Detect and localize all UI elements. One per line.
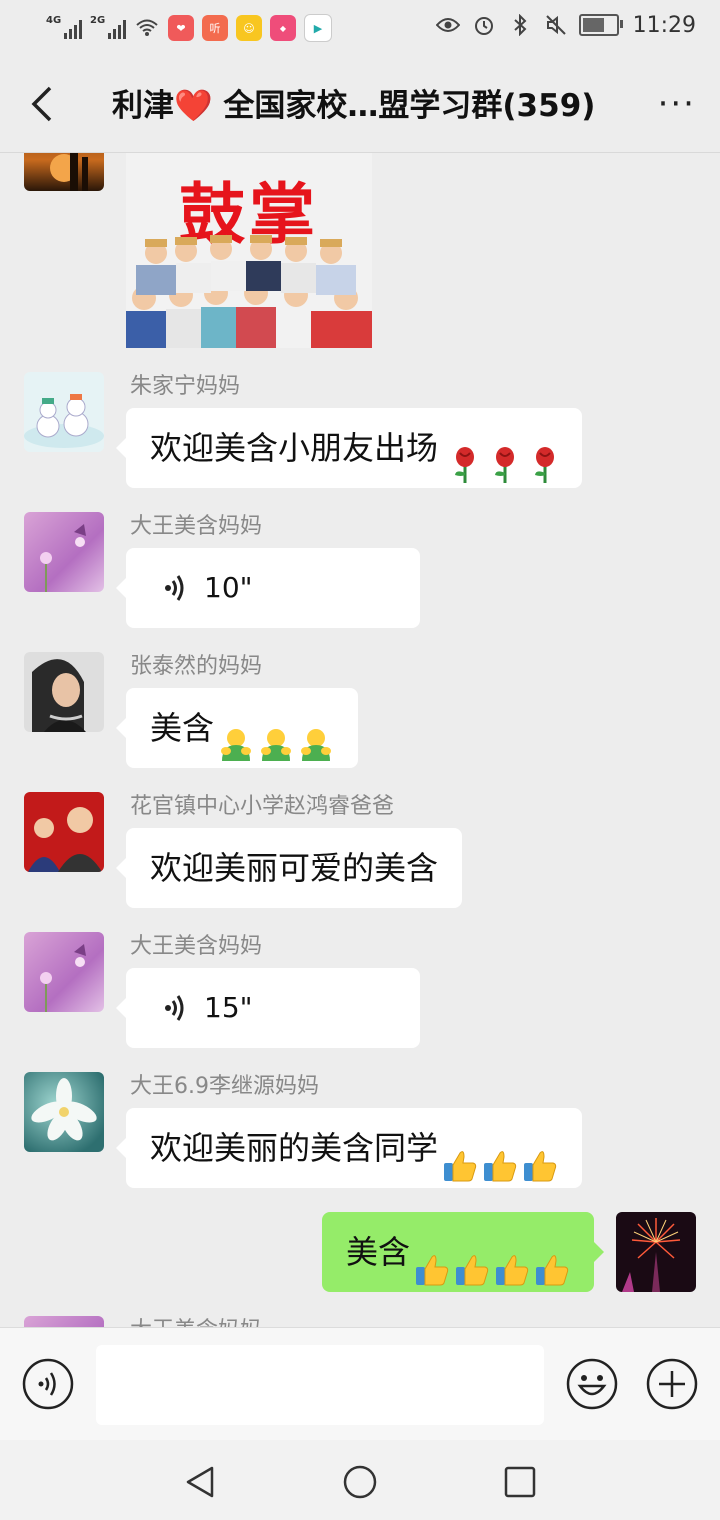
message-text: 美含 [345,1233,410,1271]
voice-duration: 10" [204,571,253,604]
avatar[interactable] [24,932,104,1012]
clock: 11:29 [632,12,696,38]
avatar[interactable] [24,512,104,592]
square-recents-icon [504,1466,536,1498]
hug-emoji-icon [298,712,334,761]
sender-name: 大王6.9李继源妈妈 [130,1074,319,1099]
rose-icon [492,432,518,483]
circle-home-icon [343,1465,377,1499]
mute-icon [543,12,569,38]
voice-icon [22,1358,74,1410]
avatar[interactable] [24,1316,104,1327]
thumbs-up-icon [494,1236,530,1286]
status-bar: 4G 2G ❤ 听 ☺ ◆ ▶ 11:29 [0,0,720,56]
rose-icon [532,432,558,483]
sponge-app-icon: ☺ [236,15,262,41]
app-notification-icon: ❤ [168,15,194,41]
bluetooth-icon [507,12,533,38]
battery-icon [578,14,623,36]
avatar[interactable] [24,372,104,452]
more-functions-button[interactable] [646,1358,698,1410]
voice-message-button[interactable]: 15" [116,968,420,1048]
input-bar [0,1327,720,1441]
video-app-icon: ▶ [304,14,332,42]
plus-icon [646,1358,698,1410]
thumbs-up-icon [534,1236,570,1286]
message-bubble[interactable]: 欢迎美含小朋友出场 [115,408,583,488]
chevron-left-icon [31,86,52,122]
voice-wave-icon [165,575,184,601]
ting-app-icon: 听 [202,15,228,41]
my-avatar[interactable] [616,1212,696,1292]
message-text: 美含 [150,709,215,747]
voice-wave-icon [165,995,184,1021]
message-bubble[interactable]: 欢迎美丽的美含同学 [115,1108,583,1188]
thumbs-up-icon [442,1132,478,1182]
emoji-button[interactable] [566,1358,618,1410]
sender-name: 大王美含妈妈 [130,514,263,539]
group-photo-illustration [126,235,372,348]
thumbs-up-icon [454,1236,490,1286]
sender-name: 花官镇中心小学赵鸿睿爸爸 [130,794,395,819]
thumbs-up-icon [522,1132,558,1182]
app-notification-icon: ◆ [270,15,296,41]
avatar[interactable] [24,153,104,191]
triangle-back-icon [186,1466,214,1498]
signal-2g-icon: 2G [90,15,126,39]
voice-input-button[interactable] [22,1358,74,1410]
wifi-icon [134,15,160,41]
back-button[interactable] [24,82,68,126]
thumbs-up-icon [482,1132,518,1182]
message-bubble[interactable]: 美含 [115,688,359,768]
my-message-bubble[interactable]: 美含 [321,1212,605,1292]
eye-icon [435,12,461,38]
nav-home-button[interactable] [340,1462,380,1502]
avatar[interactable] [24,792,104,872]
hug-emoji-icon [258,712,294,761]
sender-name: 张泰然的妈妈 [130,654,263,679]
more-options-button[interactable]: ··· [658,84,696,124]
nav-recents-button[interactable] [500,1462,540,1502]
message-input[interactable] [96,1345,544,1425]
hug-emoji-icon [218,712,254,761]
chat-messages[interactable]: 鼓掌 朱家宁妈妈 欢迎美含小朋友出场 大王美含妈妈 10" 张泰然的妈妈 美含 … [0,153,720,1327]
nav-back-button[interactable] [180,1462,220,1502]
sender-name: 大王美含妈妈 [130,934,263,959]
voice-message-button[interactable]: 10" [116,548,420,628]
alarm-icon [471,12,497,38]
message-text: 欢迎美丽可爱的美含 [150,849,439,887]
clapping-sticker-image[interactable]: 鼓掌 [126,153,372,348]
group-title[interactable]: 利津❤️ 全国家校…盟学习群(359) [112,80,612,125]
message-bubble[interactable]: 欢迎美丽可爱的美含 [115,828,463,908]
signal-4g-icon: 4G [46,15,82,39]
sender-name: 朱家宁妈妈 [130,374,241,399]
system-nav-bar [0,1440,720,1520]
thumbs-up-icon [414,1236,450,1286]
message-text: 欢迎美丽的美含同学 [150,1129,439,1167]
voice-duration: 15" [204,991,253,1024]
avatar[interactable] [24,652,104,732]
smiley-icon [566,1358,618,1410]
message-text: 欢迎美含小朋友出场 [150,429,439,467]
rose-icon [452,432,478,483]
chat-header: 利津❤️ 全国家校…盟学习群(359) ··· [0,56,720,153]
avatar[interactable] [24,1072,104,1152]
sender-name: 大王美含妈妈 [130,1312,262,1327]
